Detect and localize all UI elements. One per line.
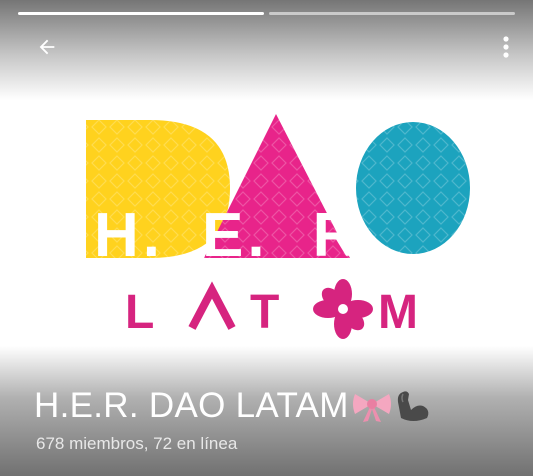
logo-letter-t: T bbox=[250, 286, 279, 339]
hibiscus-flower-icon bbox=[313, 279, 373, 339]
logo-dot-1: . bbox=[143, 201, 164, 270]
more-options-button[interactable] bbox=[493, 30, 519, 64]
logo-letter-a-stylized bbox=[188, 281, 236, 330]
progress-segment bbox=[269, 12, 515, 15]
media-progress bbox=[18, 12, 515, 15]
logo-latam-text: L T M bbox=[125, 279, 418, 339]
logo-dot-2: . bbox=[247, 201, 268, 270]
progress-segment bbox=[18, 12, 264, 15]
logo-letter-r: R bbox=[313, 201, 362, 270]
logo-letter-l: L bbox=[125, 286, 154, 339]
logo-her-text: H. E. R. bbox=[94, 201, 383, 270]
more-vertical-icon bbox=[503, 36, 509, 58]
group-title-text: H.E.R. DAO LATAM bbox=[34, 386, 349, 425]
ribbon-bow-icon bbox=[352, 394, 391, 422]
arrow-left-icon bbox=[39, 39, 55, 55]
logo-letter-e: E bbox=[202, 201, 247, 270]
group-title: H.E.R. DAO LATAM bbox=[34, 386, 431, 426]
logo-dot-3: . bbox=[361, 201, 382, 270]
group-member-count: 678 miembros, 72 en línea bbox=[36, 434, 238, 453]
group-logo: H. E. R. L T M bbox=[86, 114, 470, 339]
top-app-bar bbox=[0, 0, 533, 100]
progress-fill bbox=[18, 12, 264, 15]
flexed-biceps-icon bbox=[397, 391, 428, 421]
back-button[interactable] bbox=[30, 30, 64, 64]
logo-letter-h: H bbox=[94, 201, 143, 270]
title-emojis bbox=[351, 388, 431, 424]
group-profile-screen: H. E. R. L T M H.E.R. DAO LATAM 678 miem… bbox=[0, 0, 533, 476]
group-info-overlay: H.E.R. DAO LATAM 678 miembros, 72 en lín… bbox=[0, 346, 533, 476]
logo-letter-m: M bbox=[378, 286, 418, 339]
